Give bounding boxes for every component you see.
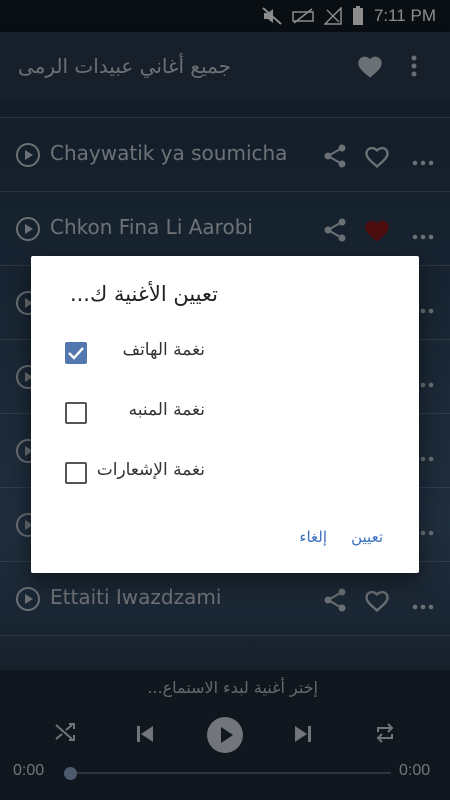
dialog-title: تعيين الأغنية ك... (69, 282, 218, 306)
cancel-button[interactable]: إلغاء (299, 528, 327, 546)
confirm-button[interactable]: تعيين (351, 528, 383, 546)
option-label: نغمة الهاتف (122, 340, 205, 360)
checkbox-checked[interactable] (65, 342, 87, 364)
option-notification-tone[interactable]: نغمة الإشعارات (31, 448, 419, 498)
option-label: نغمة المنبه (128, 400, 205, 420)
option-alarm-tone[interactable]: نغمة المنبه (31, 388, 419, 438)
option-phone-ringtone[interactable]: نغمة الهاتف (31, 328, 419, 378)
option-label: نغمة الإشعارات (96, 460, 205, 480)
checkbox-unchecked[interactable] (65, 402, 87, 424)
set-ringtone-dialog: تعيين الأغنية ك... نغمة الهاتف نغمة المن… (31, 256, 419, 573)
checkbox-unchecked[interactable] (65, 462, 87, 484)
